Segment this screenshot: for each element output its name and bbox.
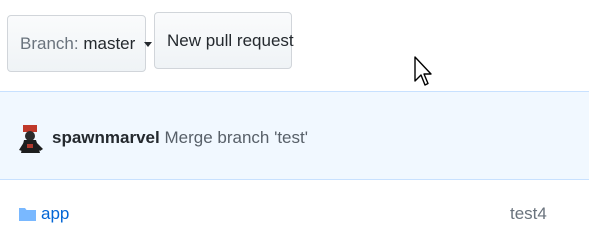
file-row: app test4 (0, 181, 589, 241)
commit-message[interactable]: Merge branch 'test' (164, 128, 308, 147)
folder-icon (19, 208, 36, 221)
branch-select-button[interactable]: Branch: master (7, 15, 153, 72)
caret-down-icon (144, 42, 153, 48)
branch-label: Branch: (20, 34, 79, 53)
file-last-commit-link[interactable]: test4 (510, 204, 547, 224)
commit-author-link[interactable]: spawnmarvel (52, 128, 160, 147)
new-pull-request-button[interactable]: New pull request (154, 12, 294, 69)
commit-summary: spawnmarvel Merge branch 'test' (52, 128, 308, 148)
file-name-link[interactable]: app (41, 204, 69, 224)
latest-commit-bar: spawnmarvel Merge branch 'test' (0, 91, 589, 180)
branch-value: master (83, 34, 136, 53)
mouse-cursor-icon (414, 56, 432, 86)
avatar[interactable] (18, 124, 44, 154)
